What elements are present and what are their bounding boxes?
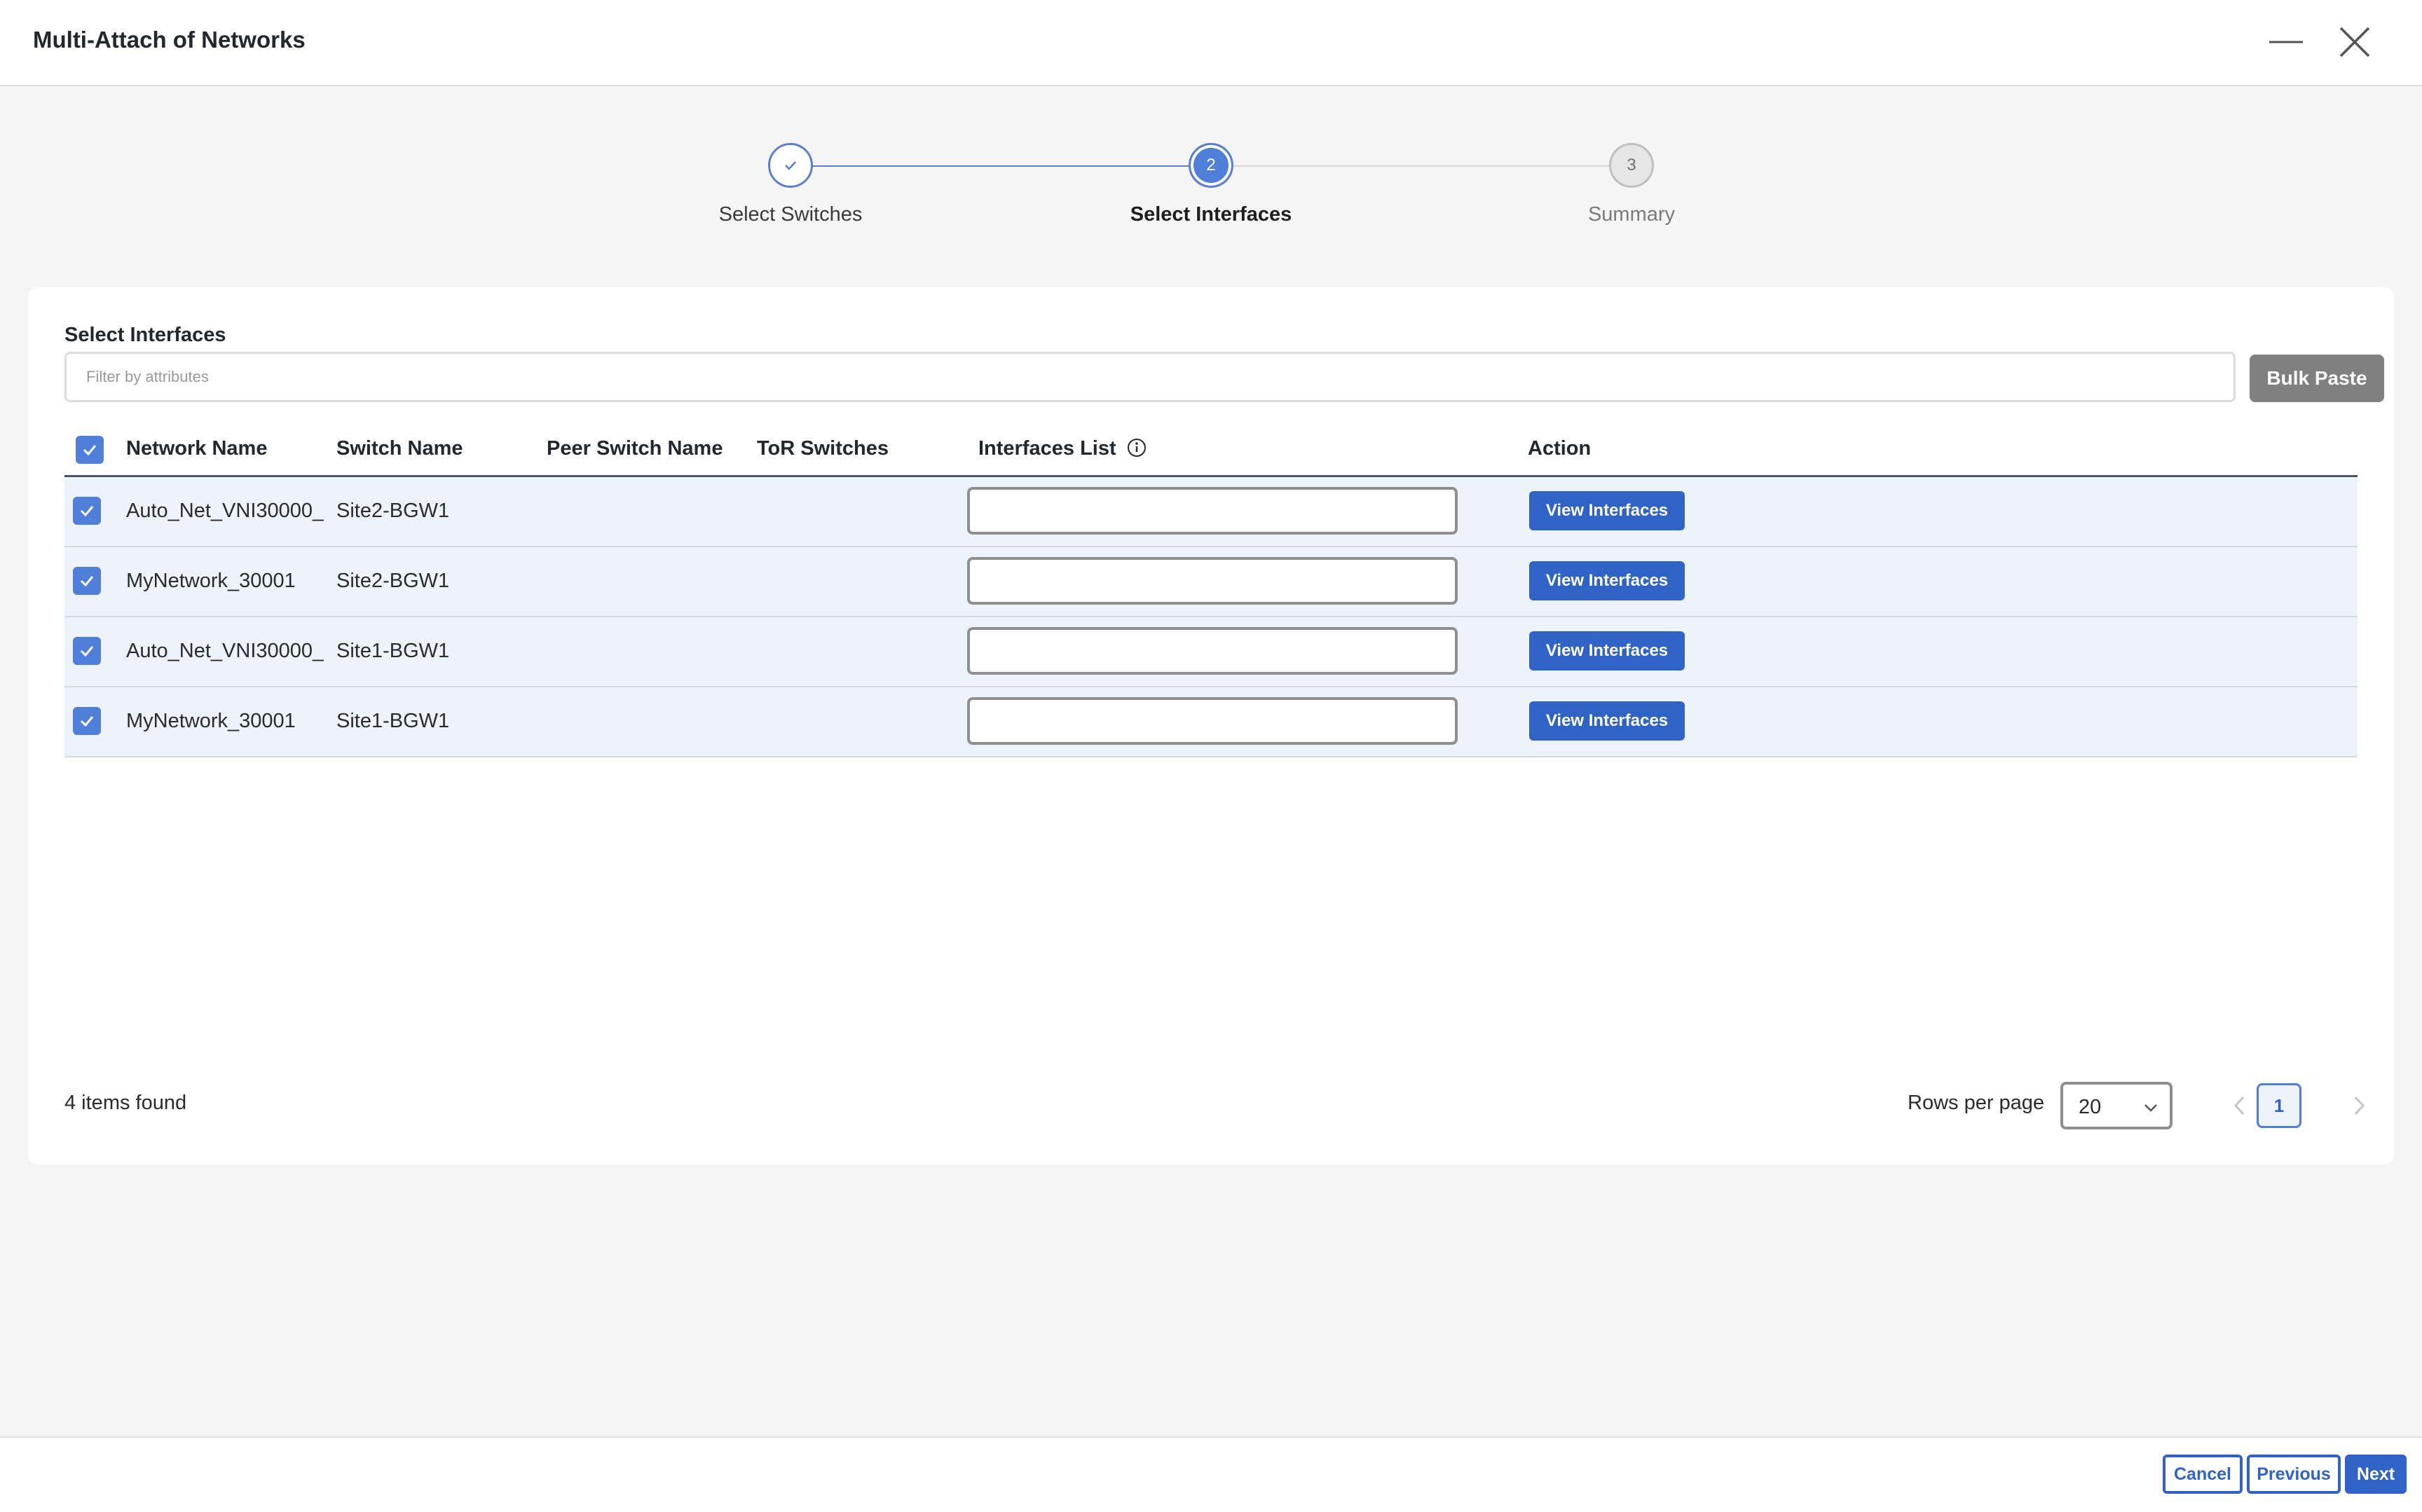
switch-name-cell: Site2-BGW1 — [336, 500, 450, 522]
cancel-button[interactable]: Cancel — [2163, 1455, 2243, 1494]
row-checkbox[interactable] — [73, 707, 101, 735]
network-name-cell: MyNetwork_30001 — [126, 710, 296, 732]
checkmark-icon — [80, 506, 94, 517]
close-button[interactable] — [2332, 20, 2377, 64]
step-1-indicator[interactable] — [768, 143, 813, 188]
step-1-label[interactable]: Select Switches — [650, 203, 931, 226]
view-interfaces-button[interactable]: View Interfaces — [1529, 561, 1685, 600]
previous-button[interactable]: Previous — [2247, 1455, 2341, 1494]
next-button[interactable]: Next — [2345, 1455, 2407, 1494]
select-all-checkbox[interactable] — [76, 436, 104, 464]
section-title: Select Interfaces — [64, 324, 226, 346]
step-3-indicator: 3 — [1609, 143, 1654, 188]
column-header-tor-switches[interactable]: ToR Switches — [757, 437, 889, 460]
interfaces-list-input[interactable] — [967, 697, 1458, 745]
rows-per-page-label: Rows per page — [1908, 1092, 2045, 1114]
rows-per-page-select[interactable]: 20 — [2060, 1082, 2173, 1129]
view-interfaces-button[interactable]: View Interfaces — [1529, 701, 1685, 741]
view-interfaces-button[interactable]: View Interfaces — [1529, 491, 1685, 530]
column-header-network-name[interactable]: Network Name — [126, 437, 267, 460]
checkmark-icon — [80, 716, 94, 727]
wizard-progress: 2 3 Select Switches Select Interfaces Su… — [0, 140, 2422, 238]
view-interfaces-button[interactable]: View Interfaces — [1529, 631, 1685, 671]
step-connector-pending — [1233, 165, 1610, 167]
items-found-count: 4 items found — [64, 1092, 187, 1114]
row-checkbox[interactable] — [73, 497, 101, 525]
column-header-interfaces-list-label: Interfaces List — [978, 437, 1116, 460]
interfaces-list-input[interactable] — [967, 487, 1458, 535]
switch-name-cell: Site1-BGW1 — [336, 710, 450, 732]
interfaces-list-input[interactable] — [967, 627, 1458, 675]
page-number-button[interactable]: 1 — [2257, 1083, 2301, 1128]
check-icon — [785, 161, 796, 170]
bulk-paste-button[interactable]: Bulk Paste — [2250, 355, 2384, 402]
switch-name-cell: Site1-BGW1 — [336, 640, 450, 662]
table-header: Network Name Switch Name Peer Switch Nam… — [64, 425, 2358, 477]
chevron-left-icon — [2233, 1096, 2245, 1115]
table-row: MyNetwork_30001 Site1-BGW1 View Interfac… — [64, 687, 2358, 757]
chevron-right-icon — [2354, 1096, 2365, 1115]
network-name-cell: MyNetwork_30001 — [126, 570, 296, 592]
checkmark-icon — [83, 445, 97, 456]
close-icon — [2339, 27, 2370, 57]
column-header-action: Action — [1528, 437, 1592, 460]
minimize-button[interactable] — [2264, 20, 2308, 64]
column-header-peer-switch-name[interactable]: Peer Switch Name — [547, 437, 723, 460]
interfaces-list-input[interactable] — [967, 557, 1458, 605]
filter-input[interactable] — [64, 352, 2236, 402]
info-icon[interactable] — [1126, 437, 1147, 458]
minimize-icon — [2269, 41, 2303, 43]
table-row: Auto_Net_VNI30000_VLAN2300 Site2-BGW1 Vi… — [64, 477, 2358, 547]
interfaces-panel: Select Interfaces Bulk Paste Network Nam… — [28, 287, 2394, 1164]
step-3-label: Summary — [1587, 203, 1676, 226]
interfaces-table: Network Name Switch Name Peer Switch Nam… — [64, 425, 2358, 757]
rows-per-page-value: 20 — [2079, 1096, 2102, 1118]
next-page-button[interactable] — [2344, 1090, 2374, 1121]
wizard-footer: Cancel Previous Next — [0, 1436, 2422, 1512]
dialog-title: Multi-Attach of Networks — [33, 27, 306, 53]
row-checkbox[interactable] — [73, 567, 101, 595]
table-row: Auto_Net_VNI30000_VLAN2300 Site1-BGW1 Vi… — [64, 617, 2358, 687]
column-header-interfaces-list: Interfaces List — [978, 437, 1147, 460]
switch-name-cell: Site2-BGW1 — [336, 570, 450, 592]
network-name-cell: Auto_Net_VNI30000_VLAN2300 — [126, 640, 324, 662]
checkmark-icon — [80, 646, 94, 657]
step-2-label: Select Interfaces — [1130, 203, 1292, 226]
checkmark-icon — [80, 576, 94, 587]
row-checkbox[interactable] — [73, 637, 101, 665]
previous-page-button[interactable] — [2224, 1090, 2255, 1121]
step-connector-completed — [791, 165, 1190, 167]
step-2-indicator: 2 — [1189, 143, 1233, 188]
column-header-switch-name[interactable]: Switch Name — [336, 437, 463, 460]
dialog-header: Multi-Attach of Networks — [0, 0, 2422, 86]
network-name-cell: Auto_Net_VNI30000_VLAN2300 — [126, 500, 324, 522]
table-row: MyNetwork_30001 Site2-BGW1 View Interfac… — [64, 547, 2358, 617]
chevron-down-icon — [2144, 1104, 2157, 1112]
